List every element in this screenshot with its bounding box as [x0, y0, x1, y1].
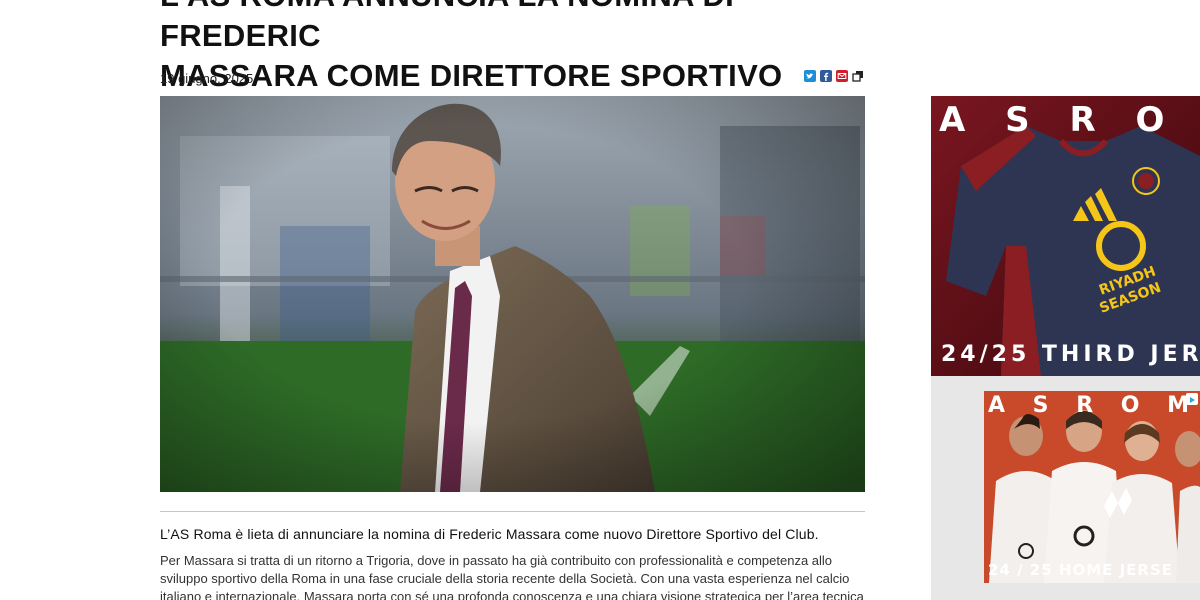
ad1-footer: 24/25 THIRD JER [941, 342, 1200, 367]
article-divider [160, 511, 865, 512]
copy-link-icon[interactable] [852, 70, 864, 82]
email-icon[interactable] [836, 70, 848, 82]
ad-home-jersey[interactable]: A S R O M A 24 / 25 HOME JERSE [984, 391, 1200, 583]
article-lead: L’AS Roma è lieta di annunciare la nomin… [160, 526, 819, 542]
twitter-icon[interactable] [804, 70, 816, 82]
ad1-header: A S R O M [939, 100, 1200, 140]
body-line: italiano e internazionale, Massara porta… [160, 589, 864, 600]
ad2-footer: 24 / 25 HOME JERSE [988, 561, 1174, 579]
article-title-line2: MASSARA COME DIRETTORE SPORTIVO [160, 58, 783, 93]
facebook-icon[interactable] [820, 70, 832, 82]
ad2-header: A S R O M A [988, 393, 1200, 418]
article-body: Per Massara si tratta di un ritorno a Tr… [160, 552, 880, 600]
body-line: Per Massara si tratta di un ritorno a Tr… [160, 553, 833, 568]
ad-third-jersey[interactable]: RIYADH SEASON A S R O M 24/25 THIRD JER [931, 96, 1200, 376]
body-line: sviluppo sportivo della Roma in una fase… [160, 571, 850, 586]
hero-photo [160, 96, 865, 492]
share-bar [804, 70, 864, 82]
article-title-line1: L'AS ROMA ANNUNCIA LA NOMINA DI FREDERIC [160, 0, 734, 53]
article-date: 19 giugno, 2025 [160, 71, 254, 86]
article-title: L'AS ROMA ANNUNCIA LA NOMINA DI FREDERIC… [160, 0, 880, 96]
ad-choices-icon[interactable] [1186, 393, 1198, 405]
